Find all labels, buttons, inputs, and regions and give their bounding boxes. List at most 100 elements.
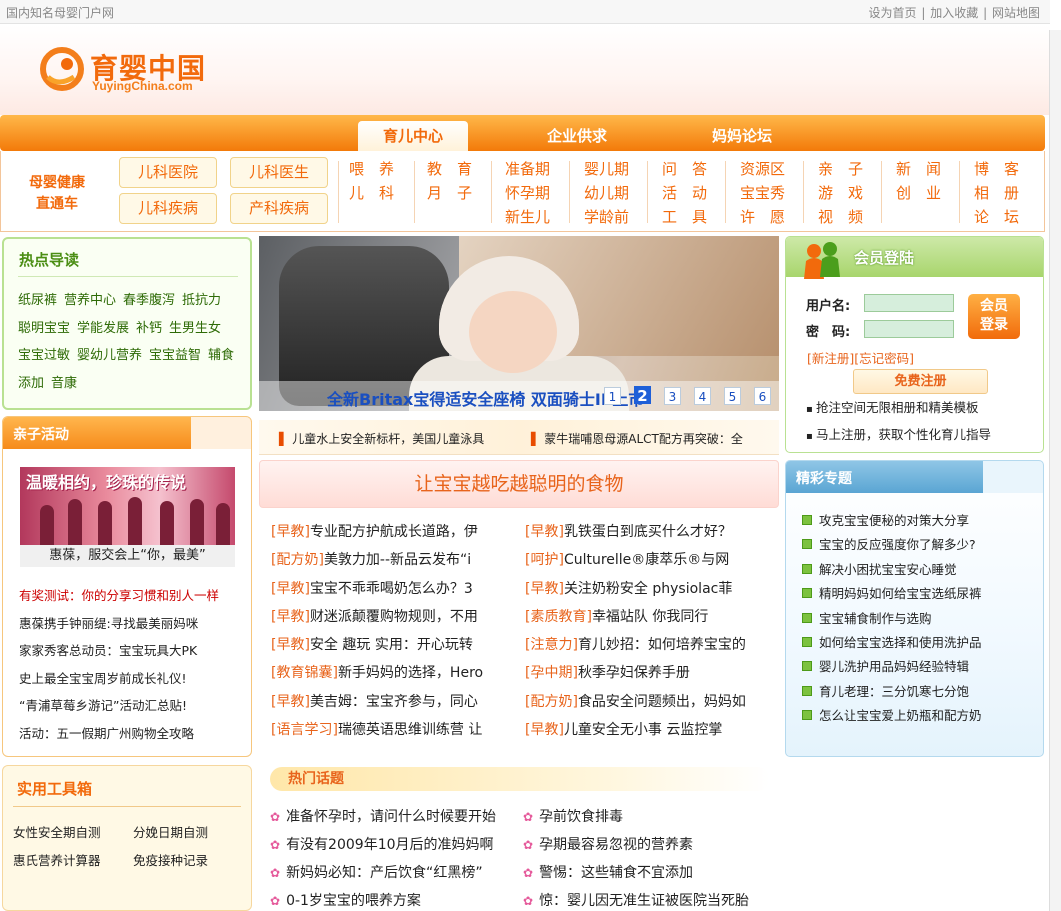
news-title[interactable]: 儿童安全无小事 云监控掌 [564,722,722,738]
news-item[interactable]: [早教]乳铁蛋白到底买什么才好？ [525,518,765,546]
activity-item[interactable]: 家家秀客总动员：宝宝玩具大PK [19,637,219,665]
subnav-link[interactable]: 博 客 [974,157,1019,181]
news-category[interactable]: [配方奶] [525,694,578,710]
hot-tag[interactable]: 聪明宝宝 [18,321,70,336]
username-input[interactable] [864,294,954,312]
news-category[interactable]: [语言学习] [271,722,338,738]
news-title[interactable]: 宝宝不乖乖喝奶怎么办？3 [310,581,473,597]
news-title[interactable]: 美敦力加--新品云发布“i [324,552,471,568]
pediatrician-button[interactable]: 儿科医生 [230,157,328,188]
news-item[interactable]: [素质教育]幸福站队 你我同行 [525,603,765,631]
tab-business[interactable]: 企业供求 [522,121,632,151]
forgot-password-link[interactable]: [忘记密码] [854,351,914,366]
password-input[interactable] [864,320,954,338]
topic-item[interactable]: ✿ 警惕：这些辅食不宜添加 [523,859,763,887]
activity-item[interactable]: 惠葆携手钟丽缇:寻找最美丽妈咪 [19,610,219,638]
news-title[interactable]: 关注奶粉安全 physiolac菲 [564,581,732,597]
subnav-link[interactable]: 新 闻 [896,157,941,181]
news-item[interactable]: [注意力]育儿妙招：如何培养宝宝的 [525,631,765,659]
news-title[interactable]: 育儿妙招：如何培养宝宝的 [578,637,746,653]
news-item[interactable]: [早教]专业配方护航成长道路，伊 [271,518,511,546]
subnav-link[interactable]: 许 愿 [740,205,785,229]
news-category[interactable]: [素质教育] [525,609,592,625]
activity-item[interactable]: 史上最全宝宝周岁前成长礼仪! [19,665,219,693]
hot-tag[interactable]: 春季腹泻 [123,293,175,308]
banner-slideshow[interactable]: 全新Britax宝得适安全座椅 双面骑士II 上市 123456 [259,236,779,411]
banner-page[interactable]: 5 [724,387,741,405]
set-homepage-link[interactable]: 设为首页 [869,6,917,20]
register-link[interactable]: [新注册] [807,351,854,366]
news-title[interactable]: 乳铁蛋白到底买什么才好？ [564,524,732,540]
news-category[interactable]: [早教] [525,524,564,540]
hot-tag[interactable]: 纸尿裤 [18,293,57,308]
hot-tag[interactable]: 添加 [18,376,44,391]
special-item[interactable]: 育儿老理：三分饥寒七分饱 [802,680,982,704]
news-item[interactable]: [孕中期]秋季孕妇保养手册 [525,659,765,687]
news-item[interactable]: [配方奶]食品安全问题频出，妈妈如 [525,688,765,716]
subnav-link[interactable]: 亲 子 [818,157,863,181]
news-title[interactable]: 幸福站队 你我同行 [592,609,708,625]
news-category[interactable]: [早教] [271,524,310,540]
subnav-link[interactable]: 新生儿 [505,205,550,229]
free-register-button[interactable]: 免费注册 [853,369,988,394]
subnav-link[interactable]: 创 业 [896,181,941,205]
subnav-link[interactable]: 工 具 [662,205,707,229]
banner-page[interactable]: 6 [754,387,771,405]
login-button[interactable]: 会员 登录 [968,294,1020,339]
subnav-link[interactable]: 论 坛 [974,205,1019,229]
news-item[interactable]: [早教]宝宝不乖乖喝奶怎么办？3 [271,575,511,603]
pediatric-disease-button[interactable]: 儿科疾病 [119,193,217,224]
tab-parenting-center[interactable]: 育儿中心 [358,121,468,151]
topic-item[interactable]: ✿ 新妈妈必知：产后饮食“红黑榜” [270,859,510,887]
banner-page[interactable]: 1 [604,387,621,405]
news-item[interactable]: [语言学习]瑞德英语思维训练营 让 [271,716,511,744]
news-title[interactable]: 新手妈妈的选择，Hero [338,665,483,681]
banner-page[interactable]: 3 [664,387,681,405]
news-item[interactable]: [早教]儿童安全无小事 云监控掌 [525,716,765,744]
feature-headline[interactable]: 让宝宝越吃越聪明的食物 [259,460,779,508]
subnav-link[interactable]: 相 册 [974,181,1019,205]
news-item[interactable]: [早教]财迷派颠覆购物规则，不用 [271,603,511,631]
banner-page-active[interactable]: 2 [634,386,651,405]
photo-caption[interactable]: 惠葆，服交会上“你，最美” [20,545,235,567]
news-item[interactable]: [早教]安全 趣玩 实用：开心玩转 [271,631,511,659]
news-item[interactable]: [早教]美吉姆：宝宝齐参与，同心 [271,688,511,716]
tab-forum[interactable]: 妈妈论坛 [687,121,797,151]
site-logo[interactable]: 育婴中国 YuyingChina.com [40,43,220,99]
subnav-link[interactable]: 喂 养 [349,157,394,181]
hot-tag[interactable]: 宝宝过敏 [18,348,70,363]
subnav-link[interactable]: 学龄前 [584,205,629,229]
subnav-link[interactable]: 视 频 [818,205,863,229]
news-category[interactable]: [早教] [271,637,310,653]
subnav-link[interactable]: 准备期 [505,157,550,181]
subnav-link[interactable]: 婴儿期 [584,157,629,181]
pediatric-hospital-button[interactable]: 儿科医院 [119,157,217,188]
hot-tag[interactable]: 宝宝益智 [149,348,201,363]
special-item[interactable]: 宝宝辅食制作与选购 [802,607,982,631]
special-item[interactable]: 解决小困扰宝宝安心睡觉 [802,558,982,582]
subnav-link[interactable]: 宝宝秀 [740,181,785,205]
special-item[interactable]: 婴儿洗护用品妈妈经验特辑 [802,655,982,679]
topic-item[interactable]: ✿ 0-1岁宝宝的喂养方案 [270,887,510,911]
obstetric-disease-button[interactable]: 产科疾病 [230,193,328,224]
topic-item[interactable]: ✿ 孕前饮食排毒 [523,803,763,831]
activity-photo[interactable]: 温暖相约，珍珠的传说 [20,467,235,545]
activity-item[interactable]: 活动：五一假期广州购物全攻略 [19,720,219,748]
subnav-link[interactable]: 月 子 [427,181,472,205]
special-item[interactable]: 攻克宝宝便秘的对策大分享 [802,509,982,533]
tool-link[interactable]: 惠氏营养计算器 [13,850,101,869]
hot-tag[interactable]: 补钙 [136,321,162,336]
special-item[interactable]: 如何给宝宝选择和使用洗护品 [802,631,982,655]
special-item[interactable]: 宝宝的反应强度你了解多少? [802,533,982,557]
news-category[interactable]: [早教] [525,581,564,597]
news-category[interactable]: [教育锦囊] [271,665,338,681]
news-category[interactable]: [孕中期] [525,665,578,681]
news-title[interactable]: 秋季孕妇保养手册 [578,665,690,681]
news-category[interactable]: [早教] [271,581,310,597]
news-item[interactable]: [早教]关注奶粉安全 physiolac菲 [525,575,765,603]
subnav-link[interactable]: 问 答 [662,157,707,181]
news-category[interactable]: [呵护] [525,552,564,568]
subnav-link[interactable]: 儿 科 [349,181,394,205]
topic-item[interactable]: ✿ 有没有2009年10月后的准妈妈啊 [270,831,510,859]
activity-item[interactable]: 有奖测试：你的分享习惯和别人一样 [19,582,219,610]
